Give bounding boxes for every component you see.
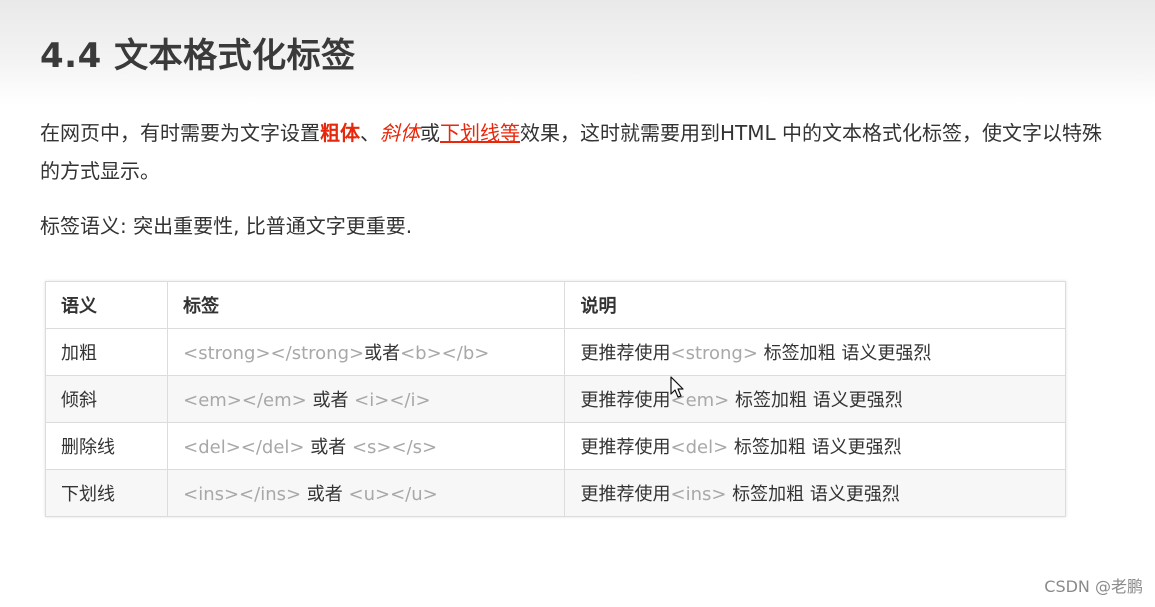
description-prefix: 更推荐使用 <box>580 484 671 505</box>
table-row: 倾斜 <em></em> 或者 <i></i> 更推荐使用<em> 标签加粗 语… <box>44 375 1066 423</box>
intro-text-start: 在网页中，有时需要为文字设置 <box>40 121 320 145</box>
tag-separator: 或者 <box>304 437 352 458</box>
slide-title: 4.4 文本格式化标签 <box>40 36 356 76</box>
intro-separator-1: 、 <box>360 121 380 145</box>
cell-description: 更推荐使用<strong> 标签加粗 语义更强烈 <box>564 328 1066 376</box>
header-tag: 标签 <box>167 281 566 329</box>
tag-separator: 或者 <box>364 343 401 364</box>
tag-code-primary: <strong></strong> <box>183 343 365 364</box>
semantic-note: 标签语义: 突出重要性, 比普通文字更重要. <box>40 214 413 238</box>
description-code: <del> <box>670 437 729 458</box>
intro-separator-2: 或 <box>420 121 440 145</box>
description-prefix: 更推荐使用 <box>580 390 671 411</box>
description-suffix: 标签加粗 语义更强烈 <box>728 437 902 458</box>
tag-code-alternative: <u></u> <box>348 484 438 505</box>
tag-code-alternative: <b></b> <box>400 343 490 364</box>
cell-tag: <strong></strong>或者<b></b> <box>167 328 566 376</box>
intro-italic-word: 斜体 <box>380 121 420 145</box>
intro-bold-word: 粗体 <box>320 121 360 145</box>
tag-separator: 或者 <box>306 390 355 411</box>
tag-code-primary: <ins></ins> <box>183 484 302 505</box>
table-row: 加粗 <strong></strong>或者<b></b> 更推荐使用<stro… <box>44 328 1066 376</box>
cell-tag: <ins></ins> 或者 <u></u> <box>167 469 566 517</box>
description-prefix: 更推荐使用 <box>580 437 671 458</box>
tag-separator: 或者 <box>301 484 349 505</box>
cell-description: 更推荐使用<em> 标签加粗 语义更强烈 <box>564 375 1066 423</box>
table-header-row: 语义 标签 说明 <box>44 281 1066 329</box>
tag-code-primary: <em></em> <box>183 390 307 411</box>
cell-semantic: 加粗 <box>44 328 169 376</box>
table-row: 下划线 <ins></ins> 或者 <u></u> 更推荐使用<ins> 标签… <box>44 469 1066 517</box>
tag-code-alternative: <s></s> <box>351 437 438 458</box>
cell-semantic: 下划线 <box>44 469 169 517</box>
description-code: <ins> <box>670 484 727 505</box>
intro-paragraph: 在网页中，有时需要为文字设置粗体、斜体或下划线等效果，这时就需要用到HTML 中… <box>40 114 1115 190</box>
formatting-tags-table: 语义 标签 说明 加粗 <strong></strong>或者<b></b> 更… <box>44 281 1066 517</box>
description-suffix: 标签加粗 语义更强烈 <box>726 484 900 505</box>
cell-tag: <del></del> 或者 <s></s> <box>167 422 566 470</box>
tag-code-primary: <del></del> <box>183 437 305 458</box>
header-semantic: 语义 <box>44 281 169 329</box>
description-code: <strong> <box>670 343 758 364</box>
mouse-pointer-icon <box>670 376 684 398</box>
description-suffix: 标签加粗 语义更强烈 <box>729 390 903 411</box>
table-row: 删除线 <del></del> 或者 <s></s> 更推荐使用<del> 标签… <box>44 422 1066 470</box>
cell-description: 更推荐使用<del> 标签加粗 语义更强烈 <box>564 422 1066 470</box>
cell-semantic: 倾斜 <box>44 375 169 423</box>
header-description: 说明 <box>564 281 1066 329</box>
csdn-watermark: CSDN @老鹏 <box>1044 577 1143 596</box>
description-prefix: 更推荐使用 <box>580 343 671 364</box>
intro-underline-word: 下划线等 <box>440 121 520 145</box>
cell-semantic: 删除线 <box>44 422 169 470</box>
cell-description: 更推荐使用<ins> 标签加粗 语义更强烈 <box>564 469 1066 517</box>
cell-tag: <em></em> 或者 <i></i> <box>167 375 566 423</box>
tag-code-alternative: <i></i> <box>354 390 431 411</box>
description-suffix: 标签加粗 语义更强烈 <box>757 343 932 364</box>
